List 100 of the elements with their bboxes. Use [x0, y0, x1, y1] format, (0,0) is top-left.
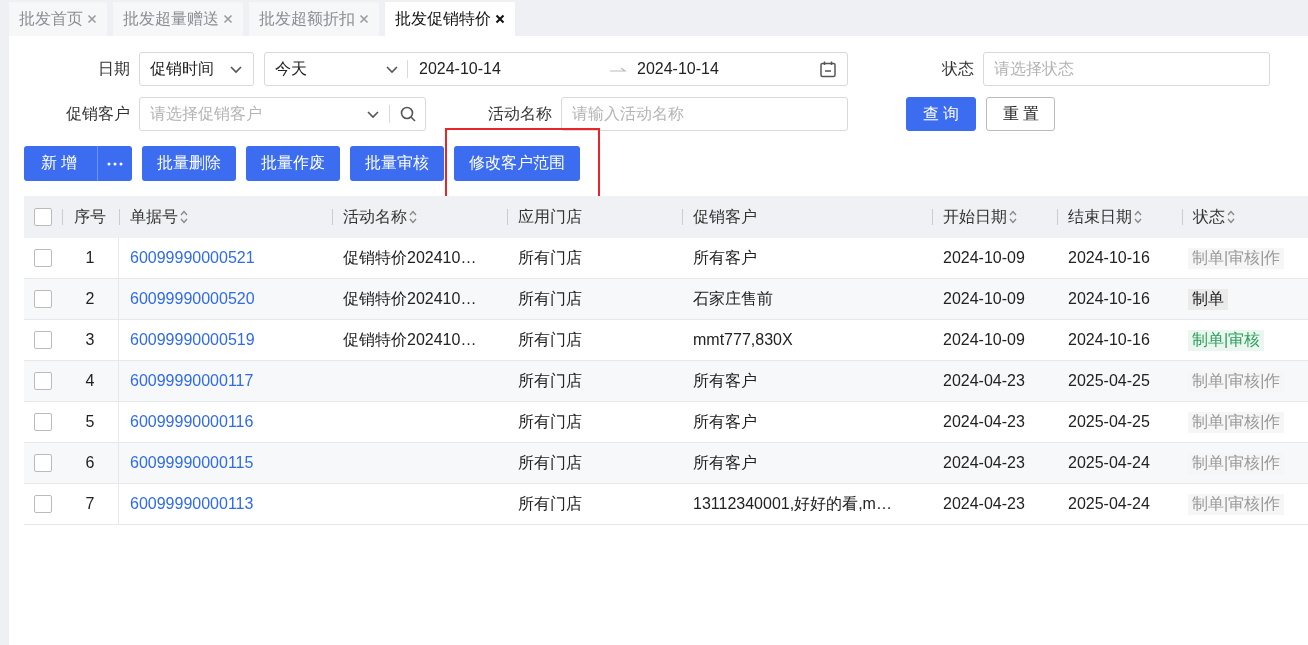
toolbar-button[interactable]: 批量删除: [142, 146, 236, 181]
column-title: 状态: [1193, 206, 1225, 227]
table-row[interactable]: 4 60099990000117 所有门店 所有客户 2024-04-23 2025-04-25 制单|审核|作: [24, 361, 1308, 402]
status-tag: 制单|审核|作: [1188, 452, 1285, 474]
row-number: 6: [85, 454, 95, 472]
document-number-link[interactable]: 60099990000519: [130, 331, 255, 349]
column-title: 活动名称: [343, 206, 407, 227]
row-number: 5: [85, 413, 95, 431]
calendar-icon[interactable]: [819, 60, 837, 78]
checkbox[interactable]: [34, 208, 52, 226]
table-row[interactable]: 2 60099990000520 促销特价202410… 所有门店 石家庄售前 2024-10-09 2024-10-16 制单: [24, 279, 1308, 320]
row-number: 4: [85, 372, 95, 390]
table-cell-text: 所有客户: [693, 370, 757, 391]
start-date[interactable]: 2024-10-14: [419, 60, 609, 78]
checkbox[interactable]: [34, 331, 52, 349]
table-cell-text: 所有门店: [518, 370, 582, 391]
close-icon[interactable]: [495, 14, 505, 24]
tab[interactable]: 批发超额折扣: [249, 2, 379, 36]
table-cell-text: 所有门店: [518, 493, 582, 514]
status-tag: 制单|审核|作: [1188, 247, 1285, 269]
status-tag: 制单: [1188, 288, 1228, 310]
toolbar-button[interactable]: 修改客户范围: [454, 146, 580, 181]
table-cell-text: 所有客户: [693, 247, 757, 268]
table-cell-text: 13112340001,好好的看,m…: [693, 493, 892, 514]
table-cell: 2025-04-25: [1068, 372, 1150, 390]
table-row[interactable]: 5 60099990000116 所有门店 所有客户 2024-04-23 2025-04-25 制单|审核|作: [24, 402, 1308, 443]
status-tag: 制单|审核|作: [1188, 493, 1285, 515]
table-cell-text: 所有门店: [518, 247, 582, 268]
table-cell-text: 促销特价202410…: [343, 288, 477, 309]
table-cell-text: 石家庄售前: [693, 288, 773, 309]
date-type-select[interactable]: 促销时间: [139, 52, 254, 86]
checkbox[interactable]: [34, 290, 52, 308]
field-label: 活动名称: [487, 103, 552, 124]
tab[interactable]: 批发促销特价: [385, 2, 515, 36]
document-number-link[interactable]: 60099990000115: [130, 454, 254, 472]
placeholder-text: 请选择状态: [994, 58, 1074, 79]
sort-icon[interactable]: [1133, 209, 1143, 225]
table-cell-text: 所有门店: [518, 329, 582, 350]
table-cell-text: 促销特价202410…: [343, 247, 477, 268]
add-button[interactable]: 新增: [24, 146, 98, 181]
sort-icon[interactable]: [1226, 209, 1236, 225]
table-cell: 2024-10-16: [1068, 249, 1150, 267]
tab-label: 批发超额折扣: [259, 8, 355, 29]
table-cell-text: 所有门店: [518, 288, 582, 309]
sort-icon[interactable]: [408, 209, 418, 225]
sort-icon[interactable]: [1008, 209, 1018, 225]
sort-icon[interactable]: [179, 209, 189, 225]
toolbar-button[interactable]: 批量审核: [350, 146, 444, 181]
tab-label: 批发超量赠送: [123, 8, 219, 29]
table-cell-text: 所有客户: [693, 411, 757, 432]
table-cell: 2024-10-09: [943, 331, 1025, 349]
document-number-link[interactable]: 60099990000521: [130, 249, 255, 267]
checkbox[interactable]: [34, 372, 52, 390]
select-value: 今天: [275, 58, 308, 79]
ellipsis-icon: [106, 160, 124, 167]
table-cell-text: 所有门店: [518, 411, 582, 432]
row-number: 7: [85, 495, 95, 513]
checkbox[interactable]: [34, 249, 52, 267]
column-title: 结束日期: [1068, 206, 1132, 227]
column-title: 开始日期: [943, 206, 1007, 227]
table-cell: 2025-04-24: [1068, 454, 1150, 472]
table-row[interactable]: 6 60099990000115 所有门店 所有客户 2024-04-23 2025-04-24 制单|审核|作: [24, 443, 1308, 484]
field-label: 促销客户: [65, 103, 130, 124]
table-cell-text: 所有门店: [518, 452, 582, 473]
tab[interactable]: 批发超量赠送: [113, 2, 243, 36]
checkbox[interactable]: [34, 495, 52, 513]
select-value: 促销时间: [150, 58, 214, 79]
column-title: 单据号: [130, 206, 178, 227]
document-number-link[interactable]: 60099990000113: [130, 495, 254, 513]
table-cell: mmt777,830X: [693, 331, 793, 349]
placeholder-text: 请选择促销客户: [150, 103, 263, 124]
table-cell: 2024-04-23: [943, 372, 1025, 390]
column-title: 促销客户: [693, 206, 757, 227]
table-row[interactable]: 7 60099990000113 所有门店 13112340001,好好的看,m… 2024-04-23 2025-04-24 制单|审核|作: [24, 484, 1308, 525]
table-row[interactable]: 3 60099990000519 促销特价202410… 所有门店 mmt777,830X 2024-10-09 2024-10-16 制单|审核: [24, 320, 1308, 361]
query-button[interactable]: 查询: [906, 97, 976, 131]
tab[interactable]: 批发首页: [9, 2, 107, 36]
reset-button[interactable]: 重置: [986, 97, 1055, 131]
toolbar-button[interactable]: 批量作废: [246, 146, 340, 181]
table-cell: 2024-04-23: [943, 413, 1025, 431]
checkbox[interactable]: [34, 413, 52, 431]
date-range-picker[interactable]: 今天 2024-10-14 2024-10-14: [264, 52, 848, 86]
activity-name-input[interactable]: 请输入活动名称: [561, 97, 848, 131]
column-title: 应用门店: [518, 206, 582, 227]
document-number-link[interactable]: 60099990000520: [130, 290, 255, 308]
column-title: 序号: [74, 206, 106, 227]
document-number-link[interactable]: 60099990000117: [130, 372, 254, 390]
table-cell-text: 促销特价202410…: [343, 329, 477, 350]
end-date[interactable]: 2024-10-14: [637, 60, 819, 78]
search-icon[interactable]: [399, 105, 417, 123]
row-number: 3: [85, 331, 95, 349]
table-cell: 2024-10-09: [943, 290, 1025, 308]
table-cell: 2024-10-16: [1068, 290, 1150, 308]
document-number-link[interactable]: 60099990000116: [130, 413, 254, 431]
add-split-button[interactable]: 新增: [24, 146, 132, 181]
tab-label: 批发促销特价: [395, 8, 491, 29]
table-row[interactable]: 1 60099990000521 促销特价202410… 所有门店 所有客户 2024-10-09 2024-10-16 制单|审核|作: [24, 238, 1308, 279]
table-cell: 2024-04-23: [943, 495, 1025, 513]
checkbox[interactable]: [34, 454, 52, 472]
table-cell-text: 所有客户: [693, 452, 757, 473]
